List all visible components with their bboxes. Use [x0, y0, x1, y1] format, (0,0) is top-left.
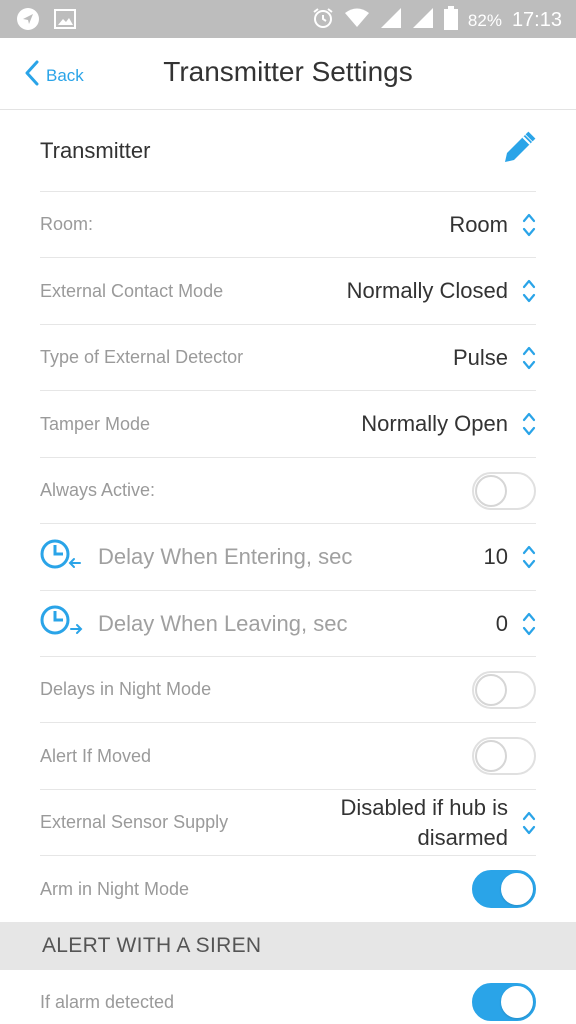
timer-enter-icon [40, 537, 84, 578]
contact-mode-label: External Contact Mode [40, 280, 224, 301]
device-name-row[interactable]: Transmitter [40, 110, 536, 192]
delay-leaving-label: Delay When Leaving, sec [98, 610, 348, 636]
alarm-detected-row: If alarm detected [40, 970, 536, 1024]
detector-type-row[interactable]: Type of External Detector Pulse [40, 325, 536, 391]
tamper-mode-value: Normally Open [361, 411, 508, 436]
alarm-detected-label: If alarm detected [40, 991, 175, 1012]
alert-moved-label: Alert If Moved [40, 745, 152, 766]
chevron-up-down-icon [522, 346, 536, 369]
battery-percent: 82% [467, 10, 502, 30]
toggle-knob [475, 474, 507, 507]
detector-type-value: Pulse [452, 344, 508, 370]
signal-icon [380, 7, 402, 34]
pencil-icon[interactable] [502, 131, 536, 170]
sensor-supply-label: External Sensor Supply [40, 812, 229, 832]
delay-entering-label: Delay When Entering, sec [98, 544, 353, 569]
toggle-knob [475, 673, 507, 706]
device-name: Transmitter [40, 137, 151, 163]
alarm-detected-toggle[interactable] [472, 983, 536, 1021]
room-label: Room: [40, 214, 94, 234]
alarm-icon [312, 7, 334, 34]
arm-night-label: Arm in Night Mode [40, 878, 190, 899]
always-active-row: Always Active: [40, 458, 536, 524]
wifi-icon [344, 7, 370, 34]
chevron-up-down-icon [522, 811, 536, 834]
night-delays-row: Delays in Night Mode [40, 657, 536, 723]
night-delays-label: Delays in Night Mode [40, 679, 212, 699]
chevron-up-down-icon [522, 545, 536, 569]
delay-entering-value: 10 [483, 544, 508, 569]
chevron-up-down-icon [522, 412, 536, 436]
delay-leaving-row[interactable]: Delay When Leaving, sec 0 [40, 591, 536, 657]
navigation-icon [16, 7, 40, 36]
night-delays-toggle[interactable] [472, 670, 536, 709]
status-bar: 82% 17:13 [0, 0, 576, 38]
detector-type-label: Type of External Detector [40, 347, 244, 367]
signal-icon [412, 7, 434, 34]
timer-leave-icon [40, 603, 84, 644]
contact-mode-row[interactable]: External Contact Mode Normally Closed [40, 258, 536, 325]
room-row[interactable]: Room: Room [40, 192, 536, 258]
alert-moved-row: Alert If Moved [40, 723, 536, 790]
tamper-mode-label: Tamper Mode [40, 413, 151, 434]
always-active-label: Always Active: [40, 480, 156, 500]
delay-entering-row[interactable]: Delay When Entering, sec 10 [40, 524, 536, 591]
chevron-up-down-icon [522, 213, 536, 236]
section-header-siren: ALERT WITH A SIREN [0, 922, 576, 970]
sensor-supply-line1: Disabled if hub is [340, 794, 508, 820]
nav-bar: Back Transmitter Settings [0, 38, 576, 110]
toggle-knob [475, 740, 507, 772]
sensor-supply-line2: disarmed [417, 824, 508, 850]
chevron-up-down-icon [522, 612, 536, 635]
always-active-toggle[interactable] [472, 471, 536, 510]
chevron-up-down-icon [522, 279, 536, 303]
tamper-mode-row[interactable]: Tamper Mode Normally Open [40, 391, 536, 458]
page-title: Transmitter Settings [163, 56, 413, 87]
delay-leaving-value: 0 [495, 610, 508, 636]
toggle-knob [501, 986, 533, 1018]
contact-mode-value: Normally Closed [346, 278, 508, 303]
clock: 17:13 [511, 9, 562, 31]
arm-night-row: Arm in Night Mode [40, 856, 536, 922]
alert-moved-toggle[interactable] [472, 737, 536, 775]
sensor-supply-value: Disabled if hub is disarmed [340, 793, 508, 853]
battery-icon [443, 6, 458, 35]
arm-night-toggle[interactable] [472, 870, 536, 908]
image-icon [54, 8, 76, 35]
room-value: Room [449, 211, 508, 237]
toggle-knob [501, 873, 533, 905]
sensor-supply-row[interactable]: External Sensor Supply Disabled if hub i… [40, 790, 536, 856]
